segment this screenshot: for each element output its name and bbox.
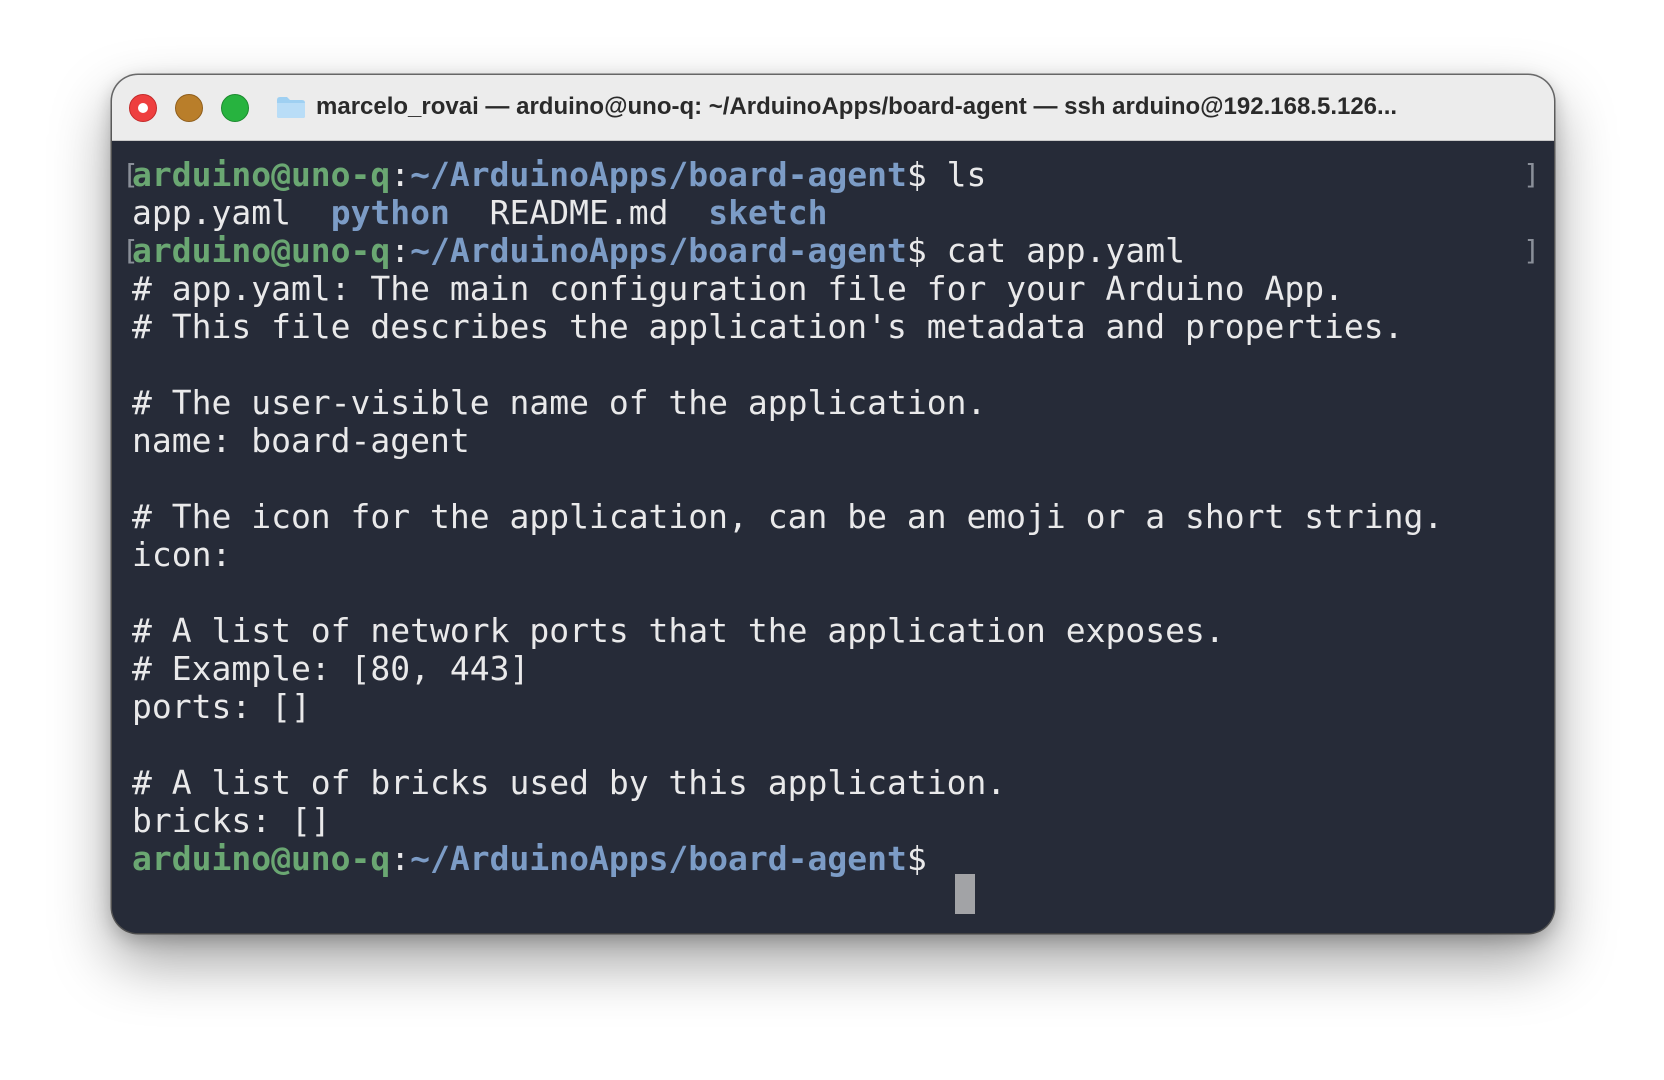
close-icon[interactable] <box>129 94 157 122</box>
prompt-user-host: arduino@uno-q <box>132 155 391 194</box>
line-marker-right: ] <box>1523 234 1540 267</box>
prompt-path: ~/ArduinoApps/board-agent <box>410 231 907 270</box>
prompt-path: ~/ArduinoApps/board-agent <box>410 839 907 878</box>
prompt-line: arduino@uno-q:~/ArduinoApps/board-agent$… <box>132 155 986 195</box>
output-line: name: board-agent <box>132 421 470 460</box>
directory-entry: python <box>330 193 450 232</box>
terminal-content[interactable]: [ arduino@uno-q:~/ArduinoApps/board-agen… <box>112 141 1554 933</box>
output-line: bricks: [] <box>132 801 331 840</box>
prompt-user-host: arduino@uno-q <box>132 839 391 878</box>
directory-entry: sketch <box>708 193 828 232</box>
zoom-icon[interactable] <box>221 94 249 122</box>
output-line: # app.yaml: The main configuration file … <box>132 269 1344 308</box>
prompt-line: arduino@uno-q:~/ArduinoApps/board-agent$ <box>132 839 927 879</box>
window-title: marcelo_rovai — arduino@uno-q: ~/Arduino… <box>316 93 1398 120</box>
title-bar[interactable]: marcelo_rovai — arduino@uno-q: ~/Arduino… <box>112 75 1554 141</box>
prompt-separator: : <box>390 155 411 194</box>
prompt-separator: : <box>390 231 411 270</box>
file-entry: README.md <box>489 193 669 232</box>
prompt-symbol: $ <box>906 231 927 270</box>
folder-icon <box>277 97 305 118</box>
text-cursor <box>955 874 975 914</box>
output-line: ports: [] <box>132 687 311 726</box>
prompt-user-host: arduino@uno-q <box>132 231 391 270</box>
output-line: icon: <box>132 535 232 574</box>
minimize-icon[interactable] <box>175 94 203 122</box>
output-line: # The icon for the application, can be a… <box>132 497 1444 536</box>
command-text: ls <box>926 155 987 194</box>
terminal-window: marcelo_rovai — arduino@uno-q: ~/Arduino… <box>112 75 1554 933</box>
prompt-separator: : <box>390 839 411 878</box>
prompt-symbol: $ <box>906 155 927 194</box>
output-line: # This file describes the application's … <box>132 307 1404 346</box>
ls-output-line: app.yaml python README.md sketch <box>132 193 827 233</box>
line-marker-right: ] <box>1523 158 1540 191</box>
command-text: cat app.yaml <box>926 231 1186 270</box>
prompt-symbol: $ <box>906 839 927 878</box>
output-line: # The user-visible name of the applicati… <box>132 383 987 422</box>
file-entry: app.yaml <box>132 193 291 232</box>
output-line: # Example: [80, 443] <box>132 649 530 688</box>
output-line: # A list of bricks used by this applicat… <box>132 763 1007 802</box>
prompt-line: arduino@uno-q:~/ArduinoApps/board-agent$… <box>132 231 1185 271</box>
prompt-path: ~/ArduinoApps/board-agent <box>410 155 907 194</box>
output-line: # A list of network ports that the appli… <box>132 611 1225 650</box>
